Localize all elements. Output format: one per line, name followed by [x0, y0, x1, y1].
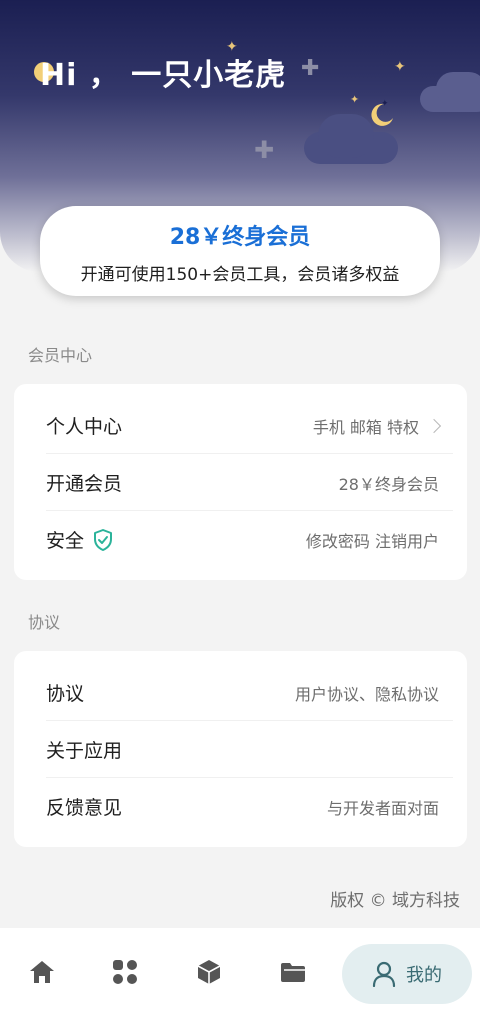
cube-icon[interactable]	[195, 958, 223, 986]
row-about-app[interactable]: 关于应用	[46, 721, 439, 778]
membership-banner[interactable]: 28￥终身会员 开通可使用150+会员工具，会员诸多权益	[40, 206, 440, 296]
row-label: 反馈意见	[46, 797, 123, 819]
row-label-wrap: 安全	[46, 526, 114, 553]
tab-mine[interactable]: 我的	[342, 944, 472, 1004]
row-value: 用户协议、隐私协议	[294, 684, 439, 704]
row-security[interactable]: 安全 修改密码 注销用户	[46, 511, 439, 568]
chevron-right-icon	[426, 418, 442, 433]
row-feedback[interactable]: 反馈意见 与开发者面对面	[46, 778, 439, 835]
section-title-agreement: 协议	[28, 613, 61, 632]
home-icon[interactable]	[28, 958, 56, 986]
membership-title: 28￥终身会员	[169, 225, 311, 250]
greeting-text: Hi ， 一只小老虎	[40, 58, 287, 93]
folder-icon[interactable]	[279, 958, 307, 986]
row-label: 关于应用	[46, 740, 123, 762]
star-decoration: ✦	[381, 99, 389, 109]
row-label: 开通会员	[46, 473, 123, 495]
star-decoration: ✦	[226, 39, 238, 55]
star-decoration: ✦	[350, 93, 360, 106]
row-personal-center[interactable]: 个人中心 手机 邮箱 特权	[46, 397, 442, 454]
row-value: 修改密码 注销用户	[305, 531, 439, 551]
agreement-card: 协议 用户协议、隐私协议 关于应用 反馈意见 与开发者面对面	[14, 651, 467, 847]
apps-grid-icon[interactable]	[111, 958, 139, 986]
membership-subtitle: 开通可使用150+会员工具，会员诸多权益	[80, 265, 400, 285]
tab-mine-label: 我的	[406, 965, 442, 986]
star-decoration: ✚	[301, 56, 320, 81]
row-value: 与开发者面对面	[326, 798, 439, 818]
bottom-tab-bar: 我的	[0, 928, 480, 1020]
row-value: 28￥终身会员	[338, 474, 439, 494]
row-open-membership[interactable]: 开通会员 28￥终身会员	[46, 454, 439, 511]
row-agreement[interactable]: 协议 用户协议、隐私协议	[46, 664, 439, 721]
row-label: 协议	[46, 683, 85, 705]
section-title-member-center: 会员中心	[28, 346, 93, 365]
row-value-wrap: 手机 邮箱 特权	[312, 414, 442, 438]
star-decoration: ✦	[394, 59, 406, 75]
shield-check-icon	[94, 528, 113, 551]
cloud-decoration	[436, 72, 480, 106]
row-value: 手机 邮箱 特权	[312, 417, 419, 437]
copyright-text: 版权 © 域方科技	[330, 891, 460, 911]
user-icon	[372, 961, 396, 987]
row-label: 个人中心	[46, 416, 123, 438]
star-decoration: ✚	[254, 136, 275, 164]
cloud-decoration	[318, 114, 374, 158]
member-center-card: 个人中心 手机 邮箱 特权 开通会员 28￥终身会员 安全 修改密码 注销用户	[14, 384, 467, 580]
row-label: 安全	[46, 530, 85, 552]
